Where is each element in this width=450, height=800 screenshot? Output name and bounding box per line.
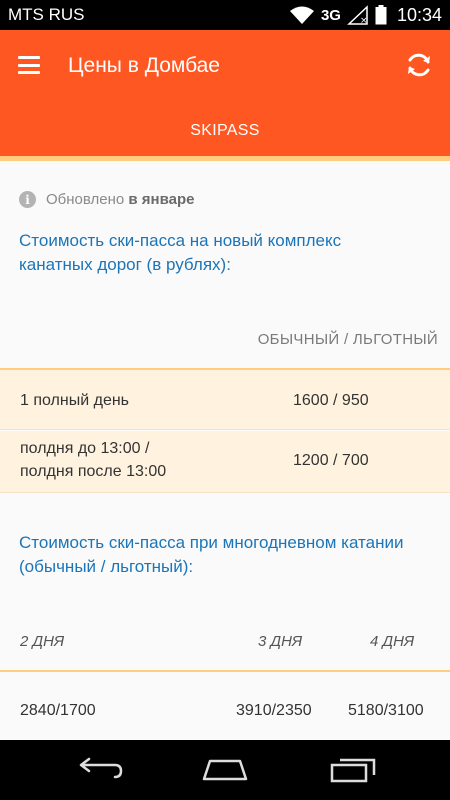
- svg-text:×: ×: [360, 16, 368, 25]
- divider: [0, 670, 450, 672]
- recent-apps-icon[interactable]: [330, 757, 376, 788]
- price-3-days: 3910/2350: [236, 702, 312, 719]
- days-header: 3 ДНЯ: [258, 633, 303, 650]
- status-bar: MTS RUS 3G × 10:34: [0, 0, 450, 30]
- home-icon[interactable]: [200, 757, 250, 788]
- back-icon[interactable]: [75, 757, 123, 788]
- price-column-header: ОБЫЧНЫЙ / ЛЬГОТНЫЙ: [257, 331, 438, 348]
- table-row: 1 полный день 1600 / 950: [0, 370, 450, 430]
- days-header: 4 ДНЯ: [370, 633, 415, 650]
- tab-skipass[interactable]: SKIPASS: [0, 122, 450, 140]
- refresh-icon[interactable]: [404, 50, 434, 80]
- price-4-days: 5180/3100: [348, 702, 424, 719]
- section1-heading: Стоимость ски-пасса на новый комплекс ка…: [19, 231, 342, 274]
- row-label: 1 полный день: [20, 392, 130, 409]
- row-label-line2: полдня после 13:00: [20, 463, 167, 480]
- days-header: 2 ДНЯ: [20, 633, 65, 650]
- row-label-line1: полдня до 13:00 /: [20, 440, 150, 457]
- info-icon: i: [19, 191, 36, 208]
- section2-heading: Стоимость ски-пасса при многодневном кат…: [19, 533, 404, 576]
- menu-icon[interactable]: [18, 56, 40, 74]
- app-bar: Цены в Домбае SKIPASS: [0, 30, 450, 156]
- network-type-indicator: 3G: [320, 6, 341, 24]
- updated-date: в январе: [128, 191, 195, 208]
- row-value: 1200 / 700: [293, 452, 369, 469]
- status-time: 10:34: [396, 4, 442, 25]
- price-2-days: 2840/1700: [20, 702, 96, 719]
- main-content[interactable]: i Обновлено в январе Стоимость ски-пасса…: [0, 161, 450, 740]
- page-title: Цены в Домбае: [68, 54, 220, 77]
- row-value: 1600 / 950: [293, 392, 369, 409]
- table-row: полдня до 13:00 / полдня после 13:00 120…: [0, 431, 450, 493]
- multiday-price-row: 2840/1700 3910/2350 5180/3100: [0, 684, 450, 740]
- battery-icon: [375, 5, 387, 25]
- system-nav-bar: [0, 740, 450, 800]
- updated-prefix: Обновлено: [46, 191, 129, 208]
- carrier-name: MTS RUS: [8, 5, 85, 24]
- updated-notice: i Обновлено в январе: [19, 191, 194, 208]
- signal-icon: ×: [347, 5, 369, 25]
- wifi-icon: [289, 5, 315, 25]
